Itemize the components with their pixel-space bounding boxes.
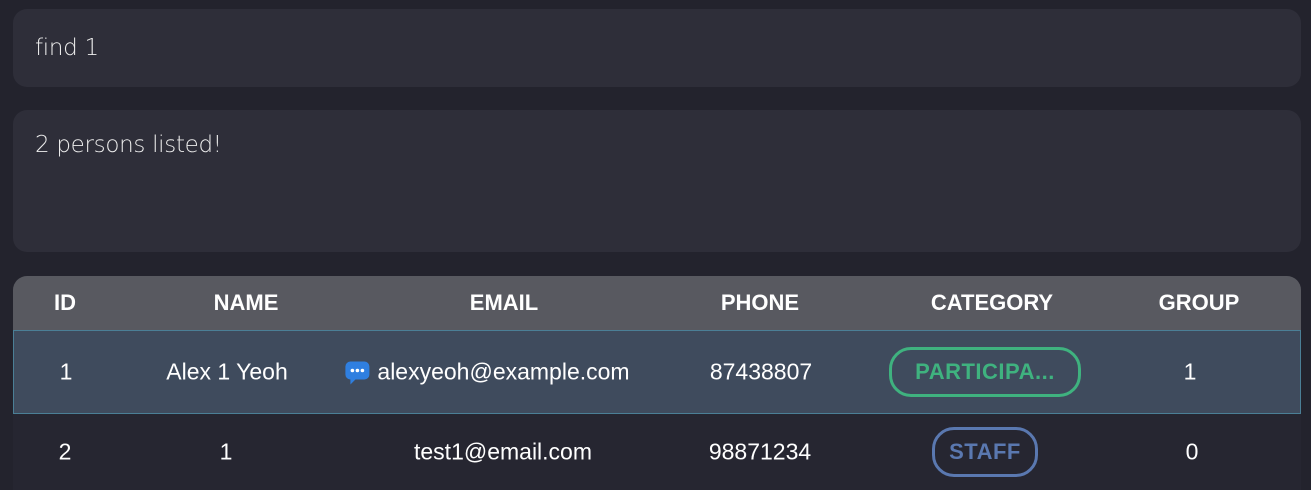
header-name[interactable]: NAME — [214, 276, 279, 330]
cell-group: 0 — [1185, 438, 1199, 465]
cell-category: PARTICIPA... — [889, 347, 1081, 397]
email-text: alexyeoh@example.com — [377, 358, 630, 385]
cell-group: 1 — [1183, 358, 1197, 385]
table-header: ID NAME EMAIL PHONE CATEGORY GROUP — [13, 276, 1301, 330]
header-category[interactable]: CATEGORY — [931, 276, 1053, 330]
table-row[interactable]: 1 Alex 1 Yeoh alexyeoh@example.com 87438… — [13, 330, 1301, 414]
result-message: 2 persons listed! — [35, 132, 222, 158]
header-email[interactable]: EMAIL — [470, 276, 538, 330]
command-input[interactable]: find 1 — [35, 35, 99, 61]
person-table: ID NAME EMAIL PHONE CATEGORY GROUP 1 Ale… — [13, 276, 1301, 490]
header-phone[interactable]: PHONE — [721, 276, 799, 330]
result-display: 2 persons listed! — [13, 110, 1301, 252]
header-group[interactable]: GROUP — [1159, 276, 1240, 330]
cell-phone: 87438807 — [709, 358, 813, 385]
header-id[interactable]: ID — [54, 276, 76, 330]
cell-name: 1 — [219, 438, 233, 465]
cell-id: 2 — [58, 438, 72, 465]
cell-phone: 98871234 — [708, 438, 812, 465]
table-row[interactable]: 2 1 test1@email.com 98871234 STAFF 0 — [13, 414, 1301, 490]
category-badge: PARTICIPA... — [889, 347, 1081, 397]
cell-email: test1@email.com — [413, 438, 593, 465]
chat-bubble-icon — [344, 359, 370, 385]
cell-id: 1 — [59, 358, 73, 385]
category-badge: STAFF — [932, 427, 1038, 477]
cell-email: alexyeoh@example.com — [344, 358, 630, 386]
cell-name: Alex 1 Yeoh — [166, 358, 288, 385]
command-box[interactable]: find 1 — [13, 9, 1301, 87]
cell-category: STAFF — [932, 427, 1038, 477]
